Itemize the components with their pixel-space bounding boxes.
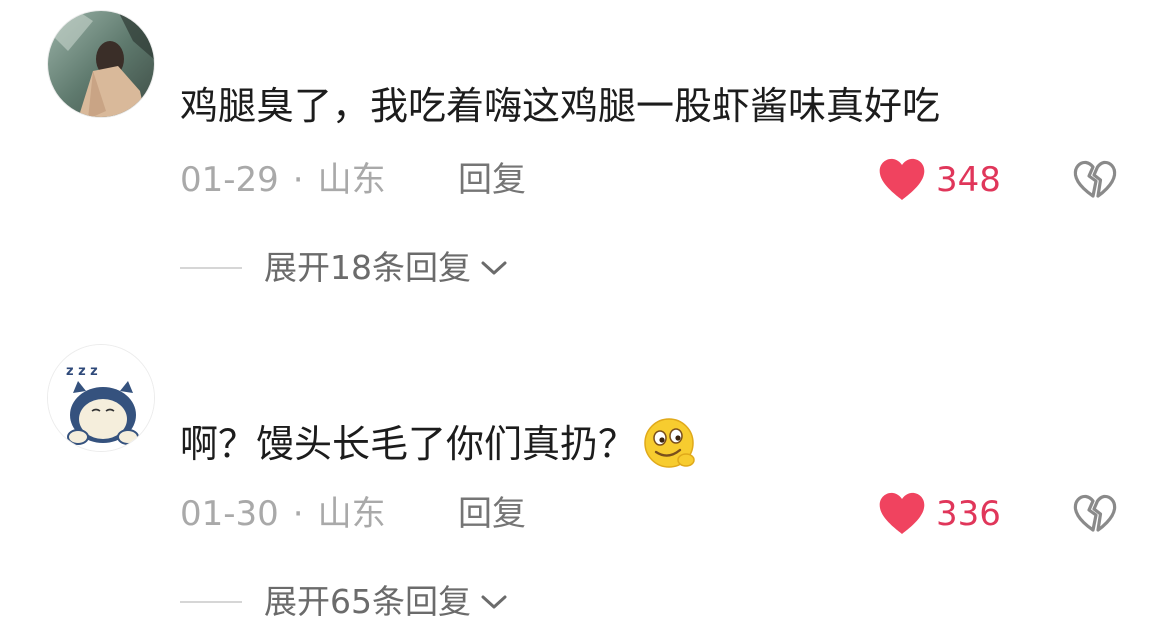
comment-location: 山东 [317, 494, 386, 534]
divider-line [180, 601, 242, 603]
comment-text: 啊？馒头长毛了你们真扔？ [180, 416, 698, 472]
expand-replies[interactable]: 展开65条回复 [180, 582, 509, 622]
expand-replies-label: 展开65条回复 [264, 582, 471, 621]
comment-text-content: 啊？馒头长毛了你们真扔？ [180, 422, 637, 466]
user-avatar[interactable]: z z z [47, 344, 155, 452]
comment-item: z z z 啊？馒头长毛了你们真扔？ 01-30 · 山东 回复 336 展开6… [0, 0, 1176, 634]
comment-list: 鸡腿臭了，我吃着嗨这鸡腿一股虾酱味真好吃 01-29 · 山东 回复 348 展开1… [0, 0, 1176, 634]
sleeping-cartoon-avatar-icon: z z z [48, 345, 154, 451]
broken-heart-icon[interactable] [1072, 491, 1118, 537]
comment-date: 01-30 [180, 494, 279, 534]
reply-button[interactable]: 回复 [458, 494, 526, 534]
svg-text:z z z: z z z [66, 364, 98, 379]
chevron-down-icon [481, 595, 507, 609]
heart-icon [879, 492, 925, 534]
meta-separator: · [292, 494, 304, 534]
comment-meta: 01-30 · 山东 [180, 494, 386, 534]
smirk-emoji-icon [644, 418, 695, 468]
like-count: 336 [936, 494, 1001, 534]
like-button[interactable]: 336 [878, 489, 1001, 539]
